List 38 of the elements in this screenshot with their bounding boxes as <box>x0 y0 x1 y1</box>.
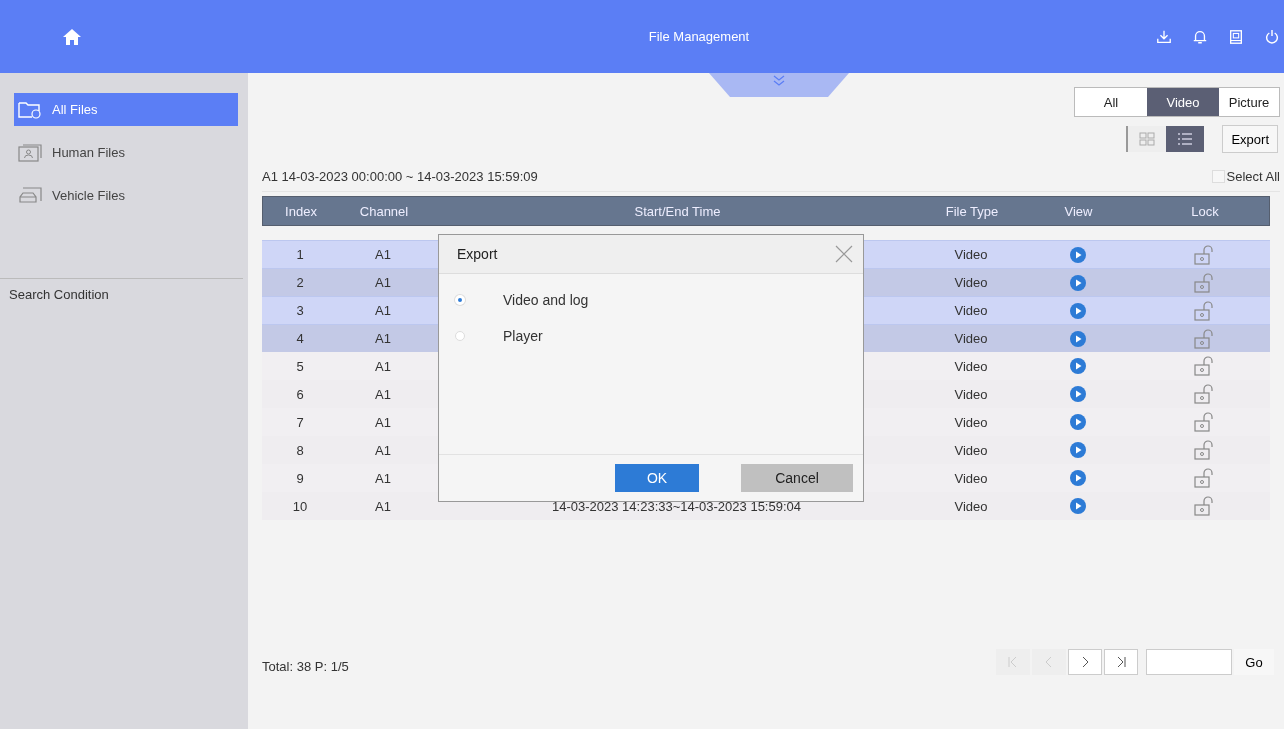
page-title: File Management <box>647 29 751 44</box>
table-cell: 9 <box>296 470 304 486</box>
table-cell: A1 <box>375 470 391 486</box>
option-label: Player <box>503 328 543 344</box>
dialog-title: Export <box>457 246 498 262</box>
table-cell: A1 <box>375 303 391 318</box>
total-count: Total: 38 P: 1/5 <box>262 658 349 674</box>
table-cell: Video <box>954 470 988 486</box>
table-cell: Video <box>954 414 988 430</box>
table-cell: 2 <box>296 275 304 290</box>
table-cell: Video <box>954 386 988 402</box>
table-cell: A1 <box>375 386 391 402</box>
table-cell: 7 <box>296 414 304 430</box>
table-cell: Video <box>954 303 988 318</box>
table-cell: A1 <box>375 442 391 458</box>
table-cell: A1 <box>375 414 391 430</box>
table-cell: 8 <box>296 442 304 458</box>
table-cell: A1 <box>375 247 391 262</box>
table-cell: A1 <box>375 498 391 514</box>
table-cell: Video <box>954 331 988 346</box>
table-cell: A1 <box>375 331 391 346</box>
table-cell: 14-03-2023 14:23:33~14-03-2023 15:59:04 <box>552 498 801 514</box>
time-range: A1 14-03-2023 00:00:00 ~ 14-03-2023 15:59:09 <box>262 168 538 184</box>
table-cell: Video <box>954 275 988 290</box>
table-cell: Video <box>954 358 988 374</box>
table-cell: Video <box>954 442 988 458</box>
table-cell: 6 <box>296 386 304 402</box>
table-cell: Video <box>954 498 988 514</box>
table-cell: A1 <box>375 358 391 374</box>
table-cell: 10 <box>292 498 308 514</box>
table-cell: 4 <box>296 331 304 346</box>
table-cell: Video <box>954 247 988 262</box>
section-title: Search Condition <box>8 286 110 302</box>
table-cell: 3 <box>296 303 304 318</box>
table-cell: 1 <box>296 247 304 262</box>
table-cell: A1 <box>375 275 391 290</box>
table-cell: 5 <box>296 358 304 374</box>
option-label: Video and log <box>503 292 589 308</box>
